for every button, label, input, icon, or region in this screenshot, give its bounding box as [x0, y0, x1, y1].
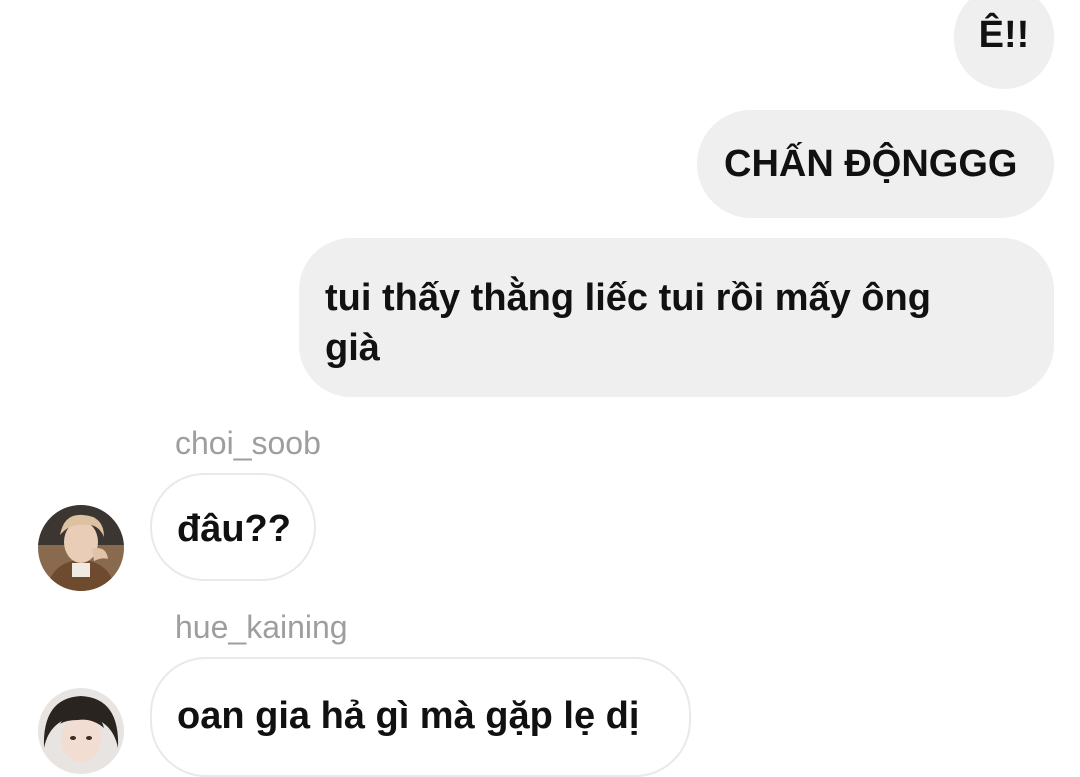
- avatar[interactable]: [38, 505, 124, 591]
- received-message-bubble[interactable]: oan gia hả gì mà gặp lẹ dị: [150, 657, 691, 777]
- received-message-bubble[interactable]: đâu??: [150, 473, 316, 581]
- sent-message-bubble[interactable]: Ê!!: [954, 0, 1054, 89]
- sender-name: choi_soob: [175, 425, 321, 461]
- user-photo-icon: [38, 688, 124, 774]
- avatar[interactable]: [38, 688, 124, 774]
- message-text: Ê!!: [978, 14, 1030, 56]
- chat-thread: Ê!! CHẤN ĐỘNGGG tui thấy thằng liếc tui …: [0, 0, 1080, 777]
- message-text: tui thấy thằng liếc tui rồi mấy ông già: [325, 277, 931, 369]
- sender-name: hue_kaining: [175, 609, 348, 645]
- sent-message-bubble[interactable]: CHẤN ĐỘNGGG: [697, 110, 1054, 218]
- message-text: đâu??: [177, 508, 291, 550]
- sent-message-bubble[interactable]: tui thấy thằng liếc tui rồi mấy ông già: [299, 238, 1054, 397]
- message-text: CHẤN ĐỘNGGG: [724, 143, 1018, 185]
- user-photo-icon: [38, 505, 124, 591]
- message-text: oan gia hả gì mà gặp lẹ dị: [177, 695, 640, 737]
